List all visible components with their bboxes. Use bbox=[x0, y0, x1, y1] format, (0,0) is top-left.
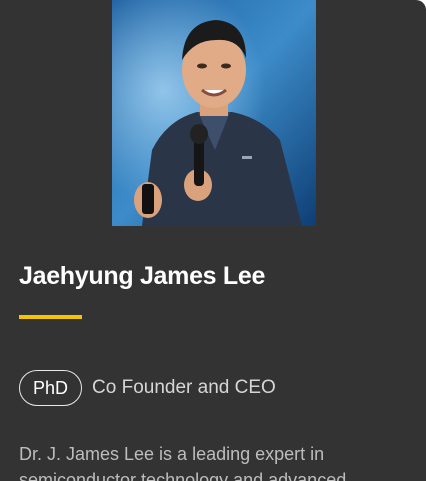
accent-divider bbox=[19, 315, 82, 319]
profile-card: Jaehyung James Lee PhD Co Founder and CE… bbox=[0, 0, 426, 481]
job-title: Co Founder and CEO bbox=[92, 377, 276, 398]
speaker-bio: Dr. J. James Lee is a leading expert in … bbox=[19, 444, 347, 481]
degree-badge: PhD bbox=[19, 370, 83, 406]
role-row: PhD Co Founder and CEO bbox=[19, 370, 276, 406]
profile-photo bbox=[112, 0, 316, 226]
speaker-name: Jaehyung James Lee bbox=[19, 262, 266, 290]
